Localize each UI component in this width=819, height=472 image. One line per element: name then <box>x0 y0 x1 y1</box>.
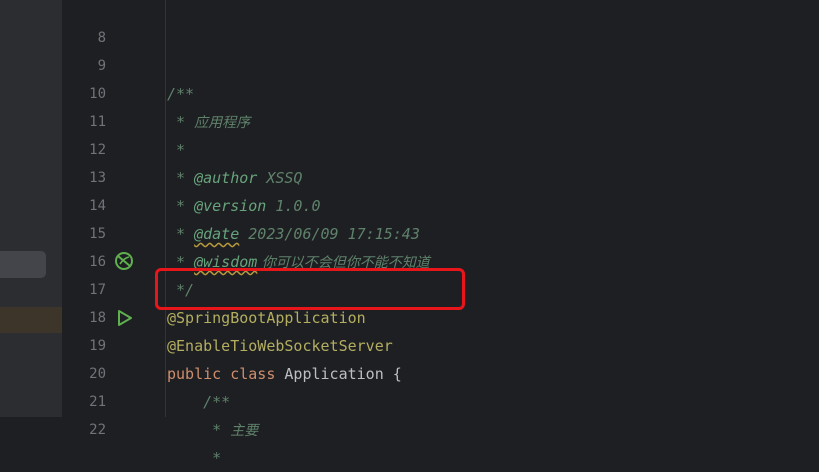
code-line: 8 <box>0 0 819 46</box>
code-line: 22 * <box>0 388 819 467</box>
code-line: 11 * <box>0 80 819 159</box>
highlight-box <box>155 268 465 310</box>
code-line: 9 /** <box>0 24 819 103</box>
code-line: 12 * @author XSSQ <box>0 108 819 187</box>
code-line: 16 */ <box>0 220 819 299</box>
code-line: 20 /** <box>0 332 819 411</box>
run-icon[interactable] <box>113 307 135 329</box>
code-line: 10 * 应用程序 <box>0 52 819 131</box>
code-line: 15 * @wisdom 你可以不会但你不能不知道 <box>0 192 819 271</box>
code-line: 13 * @version 1.0.0 <box>0 136 819 215</box>
doc-comment-text: 主要 <box>230 423 259 439</box>
doc-comment-star: * <box>167 421 231 439</box>
line-number: 22 <box>89 422 106 438</box>
spring-bean-icon[interactable] <box>113 250 135 272</box>
doc-comment-star: * <box>167 449 222 467</box>
code-line: 14 * @date 2023/06/09 17:15:43 <box>0 164 819 243</box>
code-line: 21 * 主要 <box>0 360 819 439</box>
